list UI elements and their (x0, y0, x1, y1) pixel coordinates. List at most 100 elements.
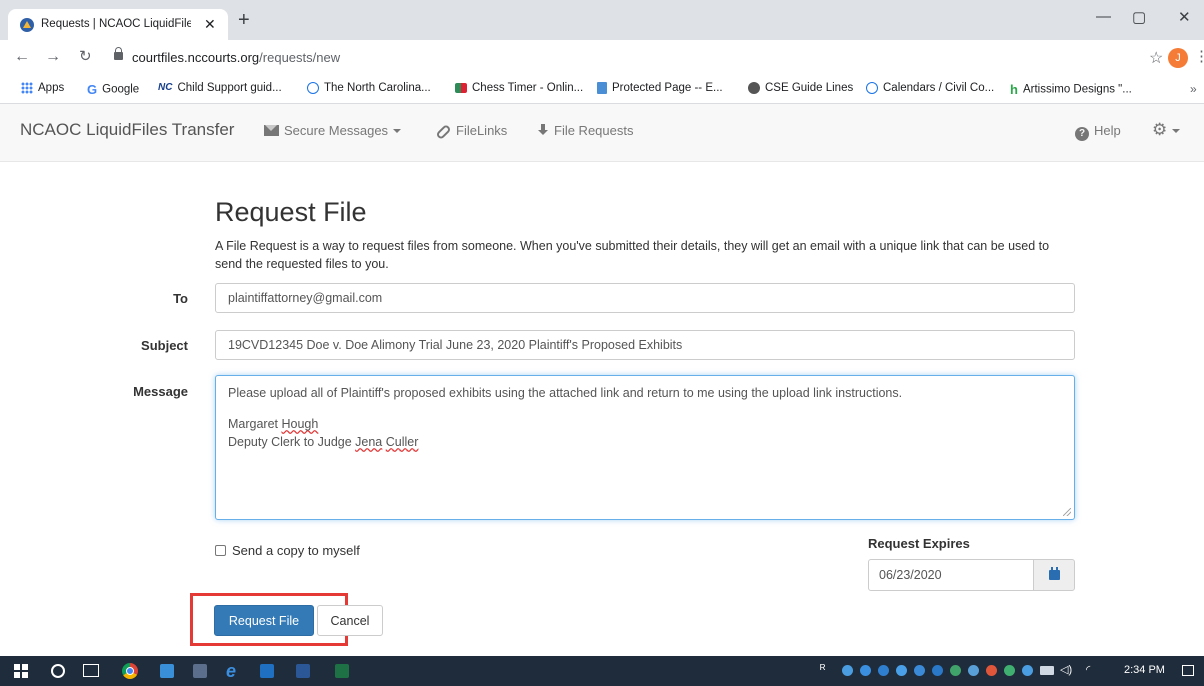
app-brand[interactable]: NCAOC LiquidFiles Transfer (20, 120, 234, 140)
nav-secure-messages[interactable]: Secure Messages (264, 123, 402, 138)
excel-icon[interactable] (335, 664, 349, 678)
send-copy-option[interactable]: Send a copy to myself (215, 543, 360, 558)
windows-start-icon[interactable] (14, 664, 28, 678)
resize-handle-icon[interactable] (1063, 508, 1071, 516)
edge-icon[interactable]: e (226, 661, 236, 682)
bookmarks-overflow-icon[interactable]: » (1190, 82, 1197, 96)
task-view-icon[interactable] (83, 664, 99, 677)
back-arrow-icon[interactable]: ← (14, 49, 30, 65)
liquidfiles-favicon-icon (20, 18, 34, 32)
h-icon: h (1010, 82, 1018, 97)
outlook-icon[interactable] (260, 664, 274, 678)
nav-file-requests[interactable]: File Requests (537, 123, 633, 138)
bookmark-artissimo[interactable]: h Artissimo Designs "... (1010, 82, 1132, 97)
profile-avatar[interactable]: J (1168, 48, 1188, 68)
address-bar: ← → ↻ courtfiles.nccourts.org/requests/n… (0, 40, 1204, 76)
circle-icon (307, 82, 319, 94)
tab-title: Requests | NCAOC LiquidFiles Tra (41, 18, 191, 30)
windows-taskbar: e ᴿ ◁) ◜ 2:34 PM (0, 656, 1204, 686)
nc-icon: NC (158, 82, 173, 94)
calendar-icon (1049, 567, 1060, 580)
url-path: /requests/new (259, 50, 341, 65)
window-close-button[interactable]: ✕ (1178, 8, 1191, 26)
search-icon[interactable] (51, 664, 65, 678)
tray-app-icon[interactable] (986, 665, 997, 676)
tray-app-icon[interactable] (968, 665, 979, 676)
lock-icon (114, 47, 123, 60)
tray-app-icon[interactable] (950, 665, 961, 676)
bluetooth-icon[interactable] (932, 665, 943, 676)
message-textarea[interactable]: Please upload all of Plaintiff's propose… (215, 375, 1075, 520)
file-explorer-icon[interactable] (160, 664, 174, 678)
bookmark-chess-timer[interactable]: Chess Timer - Onlin... (455, 82, 583, 94)
tray-app-icon[interactable] (860, 665, 871, 676)
help-icon: ? (1075, 127, 1089, 141)
request-expires-label: Request Expires (868, 536, 970, 551)
bookmark-north-carolina[interactable]: The North Carolina... (307, 82, 431, 94)
word-icon[interactable] (296, 664, 310, 678)
bookmark-star-icon[interactable]: ☆ (1149, 48, 1163, 68)
new-tab-button[interactable]: + (238, 10, 250, 30)
forward-arrow-icon[interactable]: → (45, 49, 61, 65)
browser-tab[interactable]: Requests | NCAOC LiquidFiles Tra ✕ (8, 9, 228, 40)
tray-app-icon[interactable] (878, 665, 889, 676)
onedrive-icon[interactable] (842, 665, 853, 676)
page-description: A File Request is a way to request files… (215, 239, 1050, 271)
message-label: Message (133, 384, 188, 399)
subject-label: Subject (141, 338, 188, 353)
to-field[interactable]: plaintiffattorney@gmail.com (215, 283, 1075, 313)
nav-filelinks[interactable]: FileLinks (435, 123, 507, 141)
subject-field[interactable]: 19CVD12345 Doe v. Doe Alimony Trial June… (215, 330, 1075, 360)
bookmark-calendars[interactable]: Calendars / Civil Co... (866, 82, 994, 94)
page-title: Request File (215, 197, 367, 227)
request-file-button[interactable]: Request File (214, 605, 314, 636)
date-picker-button[interactable] (1033, 559, 1075, 591)
nav-help[interactable]: ? Help (1075, 123, 1121, 141)
signature-title: Deputy Clerk to Judge Jena Culler (228, 435, 419, 449)
reload-icon[interactable]: ↻ (79, 49, 92, 65)
caret-down-icon (393, 129, 402, 133)
notifications-icon[interactable] (1182, 665, 1194, 676)
volume-icon[interactable]: ◁) (1060, 663, 1072, 677)
doc-icon (597, 82, 607, 94)
cancel-button[interactable]: Cancel (317, 605, 383, 636)
message-body-line: Please upload all of Plaintiff's propose… (228, 386, 903, 400)
app-navbar: NCAOC LiquidFiles Transfer Secure Messag… (0, 104, 1204, 162)
tray-app-icon[interactable] (1004, 665, 1015, 676)
request-expires-field[interactable]: 06/23/2020 (868, 559, 1034, 591)
bookmark-google[interactable]: G Google (87, 82, 139, 97)
tab-close-icon[interactable]: ✕ (204, 16, 216, 33)
tray-app-icon[interactable] (896, 665, 907, 676)
send-copy-label: Send a copy to myself (232, 543, 360, 558)
url-host: courtfiles.nccourts.org (132, 50, 260, 65)
bookmark-cse-guide-lines[interactable]: CSE Guide Lines (748, 82, 853, 94)
apps-grid-icon (21, 82, 33, 94)
circle-icon (866, 82, 878, 94)
people-icon[interactable]: ᴿ (820, 662, 825, 676)
chrome-icon[interactable] (122, 663, 138, 679)
battery-icon[interactable] (1040, 666, 1054, 675)
send-copy-checkbox[interactable] (215, 545, 226, 556)
chess-icon (455, 82, 467, 93)
browser-tab-strip: Requests | NCAOC LiquidFiles Tra ✕ + — ▢… (0, 0, 1204, 40)
url-field[interactable]: courtfiles.nccourts.org/requests/new (108, 45, 1013, 71)
browser-menu-icon[interactable]: ⋮ (1194, 47, 1204, 65)
caret-down-icon (1172, 129, 1181, 133)
app-icon[interactable] (193, 664, 207, 678)
gear-icon: ⚙ (1152, 120, 1168, 139)
wifi-icon[interactable]: ◜ (1086, 663, 1090, 677)
google-icon: G (87, 82, 98, 97)
link-icon (435, 123, 452, 141)
to-label: To (173, 291, 188, 306)
taskbar-clock[interactable]: 2:34 PM (1124, 664, 1165, 676)
settings-menu[interactable]: ⚙ (1152, 120, 1181, 140)
bookmark-child-support[interactable]: NC Child Support guid... (158, 82, 282, 94)
tray-app-icon[interactable] (914, 665, 925, 676)
window-minimize-button[interactable]: — (1096, 8, 1111, 25)
bookmark-protected-page[interactable]: Protected Page -- E... (597, 82, 723, 94)
window-restore-button[interactable]: ▢ (1132, 8, 1146, 26)
download-icon (537, 124, 549, 136)
bookmark-apps[interactable]: Apps (21, 82, 64, 94)
signature-name: Margaret Hough (228, 417, 319, 431)
tray-app-icon[interactable] (1022, 665, 1033, 676)
